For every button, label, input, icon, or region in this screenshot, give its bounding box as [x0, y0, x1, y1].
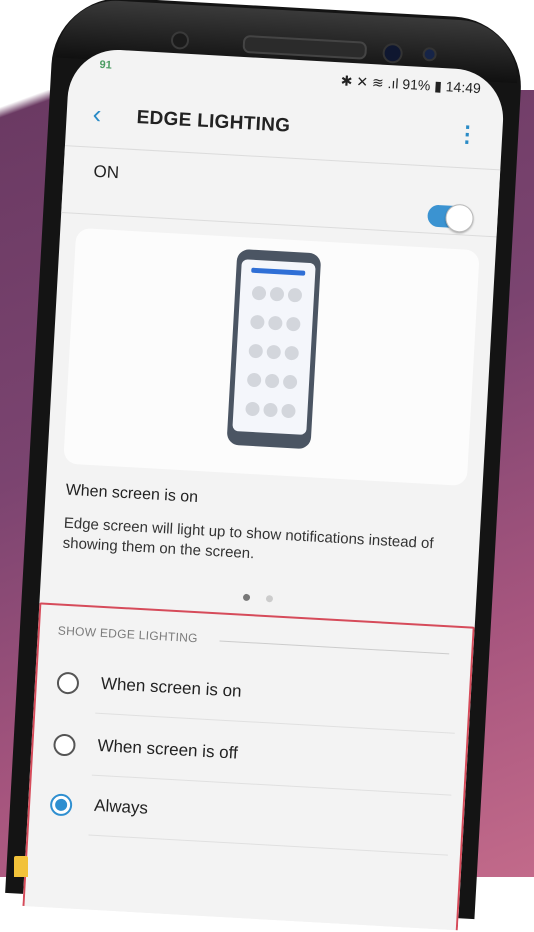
page-dot[interactable]	[266, 595, 274, 603]
option-label: When screen is on	[100, 673, 243, 701]
toggle-knob	[444, 203, 475, 233]
preview-caption-title: When screen is on	[65, 481, 199, 507]
master-switch-label: ON	[93, 161, 120, 183]
master-toggle[interactable]	[427, 203, 475, 233]
preview-card[interactable]	[63, 227, 480, 487]
show-edge-lighting-section: SHOW EDGE LIGHTING When screen is on Whe…	[22, 602, 475, 931]
status-right-text: ✱ ✕ ≋ .ıl 91% ▮ 14:49	[340, 72, 482, 97]
thumbs-up-logo-icon	[14, 856, 28, 877]
radio-unselected-icon[interactable]	[52, 733, 77, 757]
illustration-screen	[232, 259, 316, 436]
page-title: EDGE LIGHTING	[136, 107, 291, 137]
edge-light-bar	[251, 267, 306, 276]
phone-screen: 91 ✱ ✕ ≋ .ıl 91% ▮ 14:49 ‹ EDGE LIGHTING…	[22, 47, 506, 931]
phone-illustration-icon	[226, 248, 322, 450]
section-header: SHOW EDGE LIGHTING	[57, 623, 199, 646]
phone-device: 91 ✱ ✕ ≋ .ıl 91% ▮ 14:49 ‹ EDGE LIGHTING…	[5, 0, 534, 931]
option-label: Always	[93, 795, 149, 818]
page-dot-active[interactable]	[242, 593, 250, 602]
option-divider	[88, 834, 448, 856]
section-divider	[219, 640, 450, 655]
back-chevron-icon[interactable]: ‹	[92, 99, 102, 129]
radio-selected-icon[interactable]	[49, 793, 73, 817]
preview-caption-description: Edge screen will light up to show notifi…	[62, 514, 434, 563]
more-vert-icon[interactable]: ⋮	[456, 121, 479, 147]
option-label: When screen is off	[96, 735, 239, 763]
app-grid-illustration	[242, 284, 306, 432]
status-left-text: 91	[99, 58, 113, 72]
radio-unselected-icon[interactable]	[56, 671, 80, 695]
